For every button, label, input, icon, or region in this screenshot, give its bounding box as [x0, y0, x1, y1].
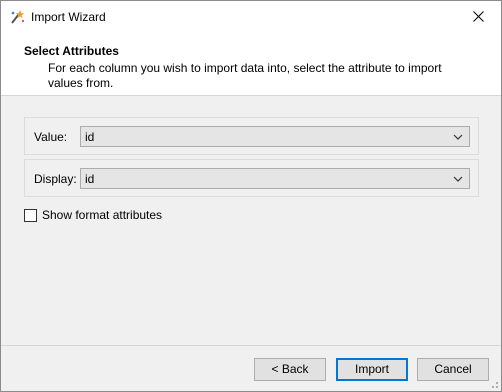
import-wizard-window: Import Wizard Select Attributes For each… [0, 0, 502, 392]
value-select[interactable]: id [80, 126, 470, 147]
import-button[interactable]: Import [336, 358, 408, 381]
display-label: Display: [34, 172, 77, 186]
window-title: Import Wizard [31, 10, 106, 24]
show-format-attributes-row[interactable]: Show format attributes [24, 208, 162, 222]
value-label: Value: [34, 130, 68, 144]
show-format-attributes-label: Show format attributes [42, 208, 163, 222]
value-group: Value: id [24, 117, 479, 155]
resize-grip-icon[interactable] [489, 379, 499, 389]
display-select[interactable]: id [80, 168, 470, 189]
chevron-down-icon [453, 176, 463, 182]
page-title: Select Attributes [24, 44, 119, 58]
chevron-down-icon [453, 134, 463, 140]
wizard-wand-icon [11, 10, 25, 24]
close-icon [472, 11, 484, 22]
display-group: Display: id [24, 159, 479, 197]
cancel-button[interactable]: Cancel [417, 358, 489, 381]
show-format-attributes-checkbox[interactable] [24, 208, 37, 222]
close-button[interactable] [455, 1, 501, 32]
footer-divider [1, 345, 501, 346]
title-bar[interactable]: Import Wizard [1, 1, 501, 32]
back-button[interactable]: < Back [254, 358, 326, 381]
display-select-value: id [85, 172, 95, 186]
value-select-value: id [85, 130, 95, 144]
page-description: For each column you wish to import data … [48, 61, 442, 90]
wizard-header: Select Attributes For each column you wi… [1, 32, 501, 96]
